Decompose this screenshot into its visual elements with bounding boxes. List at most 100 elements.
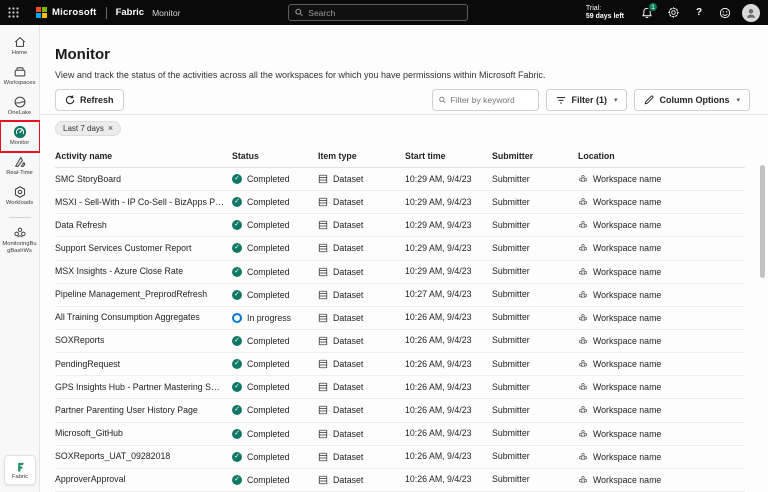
item-type-label: Dataset [333,220,364,231]
item-type-cell: Dataset [318,220,405,230]
location-cell[interactable]: Workspace name [578,336,745,346]
status-label: Completed [247,220,290,231]
submitter: Submitter [492,404,530,415]
start-time: 10:26 AM, 9/4/23 [405,451,472,462]
start-time: 10:26 AM, 9/4/23 [405,358,472,369]
activity-name[interactable]: Support Services Customer Report [55,237,232,260]
table-row[interactable]: SMC StoryBoard Completed Dataset 10:29 A… [55,168,745,192]
location-cell[interactable]: Workspace name [578,359,745,369]
activity-name[interactable]: SOXReports [55,329,232,352]
sidebar-item-real-time[interactable]: Real-Time [1,152,39,181]
activity-name[interactable]: ApproverApproval [55,468,232,491]
status-icon [232,220,242,231]
dataset-icon [318,475,328,485]
col-item-type[interactable]: Item type [318,151,405,161]
status-label: Completed [247,174,290,185]
location-cell[interactable]: Workspace name [578,290,745,300]
activity-name[interactable]: GPS Insights Hub - Partner Mastering Sea… [55,376,232,399]
search-input[interactable] [308,7,461,18]
activity-name[interactable]: Data Refresh [55,214,232,237]
filter-button[interactable]: Filter (1) ▾ [546,89,628,111]
location-cell[interactable]: Workspace name [578,220,745,230]
keyword-input[interactable] [450,95,533,105]
table-row[interactable]: Partner Parenting User History Page Comp… [55,399,745,423]
status-icon [232,266,242,277]
activity-name[interactable]: SOXReports_UAT_09282018 [55,445,232,468]
table-row[interactable]: Pipeline Management_PreprodRefresh Compl… [55,284,745,307]
fabric-switcher-button[interactable]: Fabric [4,455,36,485]
refresh-button[interactable]: Refresh [55,89,124,111]
settings-button[interactable] [660,0,686,25]
status-icon [232,312,242,323]
brand-name: Microsoft [52,7,97,18]
item-type-cell: Dataset [318,267,405,277]
activity-name[interactable]: SMC StoryBoard [55,168,232,191]
table-row[interactable]: GPS Insights Hub - Partner Mastering Sea… [55,376,745,400]
dataset-icon [318,382,328,392]
remove-filter-icon[interactable]: × [108,124,113,133]
activity-name[interactable]: Microsoft_GitHub [55,422,232,445]
location-cell[interactable]: Workspace name [578,429,745,439]
location-cell[interactable]: Workspace name [578,174,745,184]
app-launcher-icon[interactable] [0,0,26,25]
table-row[interactable]: PendingRequest Completed Dataset 10:26 A… [55,353,745,377]
table-row[interactable]: Support Services Customer Report Complet… [55,237,745,261]
sidebar-item-workspaces[interactable]: Workspaces [1,62,39,91]
activity-name[interactable]: MSXI - Sell-With - IP Co-Sell - BizApps … [55,191,232,214]
col-location[interactable]: Location [578,151,745,161]
item-type-label: Dataset [333,474,364,485]
item-type-cell: Dataset [318,382,405,392]
dataset-icon [318,267,328,277]
keyword-filter[interactable] [432,89,540,111]
table-row[interactable]: SOXReports_UAT_09282018 Completed Datase… [55,446,745,469]
sidebar-item-workloads[interactable]: Workloads [1,182,39,211]
global-search[interactable] [288,4,468,21]
vertical-scrollbar[interactable] [760,165,765,278]
status-label: Completed [247,428,290,439]
location-cell[interactable]: Workspace name [578,243,745,253]
activity-name[interactable]: MSX Insights - Azure Close Rate [55,260,232,283]
activity-name[interactable]: PendingRequest [55,353,232,376]
table-row[interactable]: MSX Insights - Azure Close Rate Complete… [55,261,745,284]
location-cell[interactable]: Workspace name [578,382,745,392]
sidebar-item-onelake[interactable]: OneLake [1,92,39,121]
col-start-time[interactable]: Start time [405,151,492,161]
sidebar-item-home[interactable]: Home [1,32,39,61]
table-row[interactable]: SOXReports Completed Dataset 10:26 AM, 9… [55,329,745,354]
status-label: Completed [247,382,290,393]
product-name[interactable]: Fabric [116,7,145,18]
item-type-cell: Dataset [318,313,405,323]
activity-name[interactable]: Pipeline Management_PreprodRefresh [55,283,232,306]
feedback-button[interactable] [712,0,738,25]
location-cell[interactable]: Workspace name [578,197,745,207]
notifications-button[interactable]: 1 [634,0,660,25]
table-row[interactable]: Data Refresh Completed Dataset 10:29 AM,… [55,214,745,238]
location-cell[interactable]: Workspace name [578,313,745,323]
sidebar-item-monitor[interactable]: Monitor [0,120,41,153]
col-activity-name[interactable]: Activity name [55,151,232,161]
table-row[interactable]: All Training Consumption Aggregates In p… [55,307,745,330]
column-options-button[interactable]: Column Options ▾ [634,89,750,111]
sidebar-divider [8,217,31,218]
active-filter-chip[interactable]: Last 7 days × [55,121,122,136]
location-cell[interactable]: Workspace name [578,452,745,462]
col-status[interactable]: Status [232,151,318,161]
activities-table: Activity name Status Item type Start tim… [40,145,768,492]
dataset-icon [318,452,328,462]
sidebar-item-workspace-pinned[interactable]: MonitoringBugBashWs [1,223,39,257]
help-button[interactable]: ? [686,0,712,25]
activity-name[interactable]: Partner Parenting User History Page [55,399,232,422]
account-avatar[interactable] [742,3,760,22]
col-submitter[interactable]: Submitter [492,151,578,161]
dataset-icon [318,220,328,230]
workspace-icon [578,197,588,207]
table-row[interactable]: MSXI - Sell-With - IP Co-Sell - BizApps … [55,191,745,215]
activity-name[interactable]: All Training Consumption Aggregates [55,306,232,329]
location-cell[interactable]: Workspace name [578,267,745,277]
location-cell[interactable]: Workspace name [578,405,745,415]
microsoft-brand[interactable]: Microsoft [36,7,97,18]
location-cell[interactable]: Workspace name [578,475,745,485]
table-row[interactable]: Microsoft_GitHub Completed Dataset 10:26… [55,423,745,446]
table-row[interactable]: ApproverApproval Completed Dataset 10:26… [55,469,745,492]
workspace-icon [12,225,27,240]
